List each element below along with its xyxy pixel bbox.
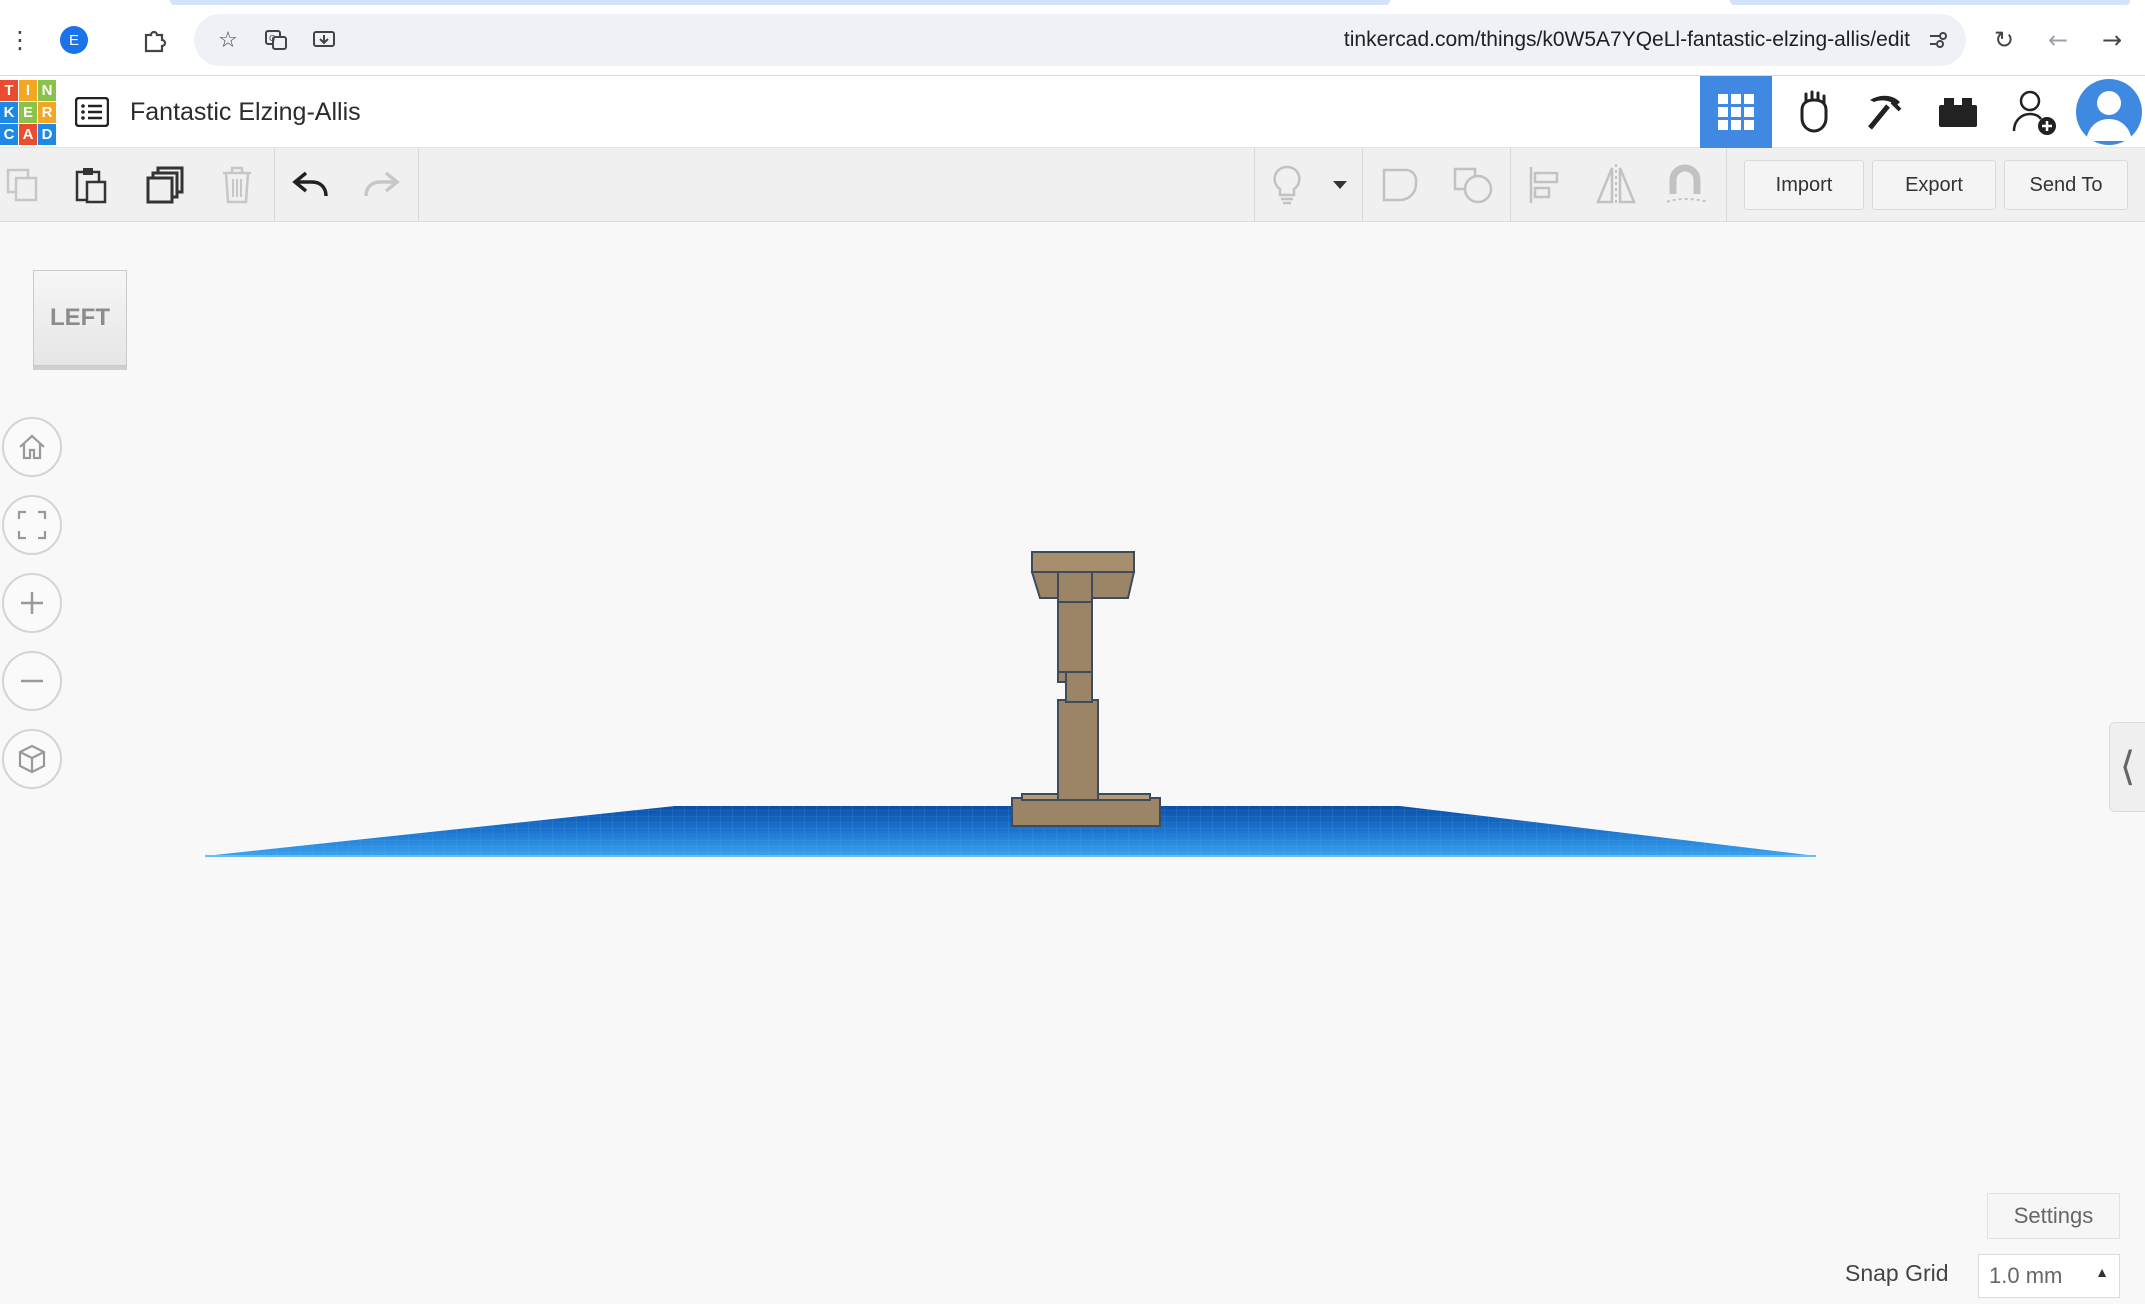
import-button[interactable]: Import: [1744, 160, 1864, 210]
reload-icon[interactable]: ↻: [1986, 22, 2022, 58]
zoom-out-icon[interactable]: [2, 651, 62, 711]
toolbar-divider: [1362, 148, 1363, 222]
group-icon[interactable]: [1378, 162, 1424, 208]
browser-menu-icon[interactable]: ⋮: [2, 22, 38, 58]
browser-profile-icon[interactable]: E: [60, 26, 88, 54]
svg-text:G: G: [269, 34, 275, 43]
settings-button[interactable]: Settings: [1987, 1193, 2120, 1239]
3d-workplane-viewport[interactable]: LEFT ⟨ Settings Snap Grid 1.0 mm ▲: [0, 222, 2145, 1304]
browser-toolbar: ⋮ E ☆ G tinkercad.com/things/k0W5A7YQeLl…: [0, 0, 2145, 76]
logo-letter: K: [0, 102, 18, 123]
translate-icon[interactable]: G: [258, 22, 294, 58]
cruise-magnet-icon[interactable]: [1664, 162, 1710, 208]
logo-letter: T: [0, 80, 18, 101]
logo-letter: N: [38, 80, 56, 101]
logo-letter: A: [19, 124, 37, 145]
view-cube-left-face[interactable]: LEFT: [33, 270, 127, 366]
edit-toolbar: Import Export Send To: [0, 148, 2145, 222]
home-view-icon[interactable]: [2, 417, 62, 477]
undo-icon[interactable]: [288, 162, 334, 208]
address-bar[interactable]: ☆ G tinkercad.com/things/k0W5A7YQeLl-fan…: [194, 14, 1966, 66]
toolbar-divider: [274, 148, 275, 222]
delete-trash-icon[interactable]: [214, 162, 260, 208]
url-text: tinkercad.com/things/k0W5A7YQeLl-fantast…: [1343, 28, 1910, 51]
tab-indicator: [1730, 0, 2130, 5]
view-cube[interactable]: LEFT: [33, 270, 127, 368]
project-title[interactable]: Fantastic Elzing-Allis: [130, 98, 361, 127]
app-header: T I N K E R C A D Fantastic Elzing-Allis: [0, 76, 2145, 148]
notes-dropdown-chevron-icon[interactable]: [1318, 162, 1362, 208]
shapes-panel-toggle-chevron-icon[interactable]: ⟨: [2109, 722, 2145, 812]
logo-letter: R: [38, 102, 56, 123]
active-tab-indicator: [170, 0, 1390, 5]
install-app-icon[interactable]: [306, 22, 342, 58]
perspective-toggle-icon[interactable]: [2, 729, 62, 789]
snap-grid-select[interactable]: 1.0 mm ▲: [1978, 1254, 2120, 1298]
lego-brick-icon[interactable]: [1922, 76, 1994, 148]
forward-arrow-icon[interactable]: →: [2094, 22, 2130, 58]
ungroup-icon[interactable]: [1450, 162, 1496, 208]
workplane-grid: [205, 806, 1816, 857]
snap-grid-value: 1.0 mm: [1989, 1263, 2063, 1288]
extensions-icon[interactable]: [136, 22, 172, 58]
fit-view-icon[interactable]: [2, 495, 62, 555]
invite-user-icon[interactable]: [1998, 76, 2070, 148]
logo-letter: I: [19, 80, 37, 101]
redo-icon[interactable]: [358, 162, 404, 208]
site-settings-icon[interactable]: [1920, 22, 1956, 58]
snap-grid-label: Snap Grid: [1845, 1260, 1949, 1286]
tinkercad-logo[interactable]: T I N K E R C A D: [0, 80, 56, 145]
logo-letter: E: [19, 102, 37, 123]
mirror-icon[interactable]: [1593, 162, 1639, 208]
zoom-in-icon[interactable]: [2, 573, 62, 633]
toolbar-divider: [1726, 148, 1727, 222]
notes-lightbulb-icon[interactable]: [1264, 162, 1310, 208]
logo-letter: D: [38, 124, 56, 145]
copy-icon[interactable]: [0, 162, 46, 208]
back-arrow-icon[interactable]: ←: [2040, 22, 2076, 58]
design-list-menu-icon[interactable]: [72, 92, 112, 132]
align-icon[interactable]: [1522, 162, 1568, 208]
bookmark-star-icon[interactable]: ☆: [210, 22, 246, 58]
circuits-hand-icon[interactable]: [1778, 76, 1850, 148]
profile-avatar-icon[interactable]: [2076, 79, 2142, 145]
toolbar-divider: [1510, 148, 1511, 222]
duplicate-icon[interactable]: [143, 162, 189, 208]
toolbar-divider: [418, 148, 419, 222]
minecraft-pickaxe-icon[interactable]: [1850, 76, 1922, 148]
workplane-scene[interactable]: [0, 222, 2145, 1304]
caret-up-icon: ▲: [2095, 1264, 2109, 1280]
toolbar-divider: [1254, 148, 1255, 222]
paste-icon[interactable]: [68, 162, 114, 208]
logo-letter: C: [0, 124, 18, 145]
3d-design-grid-icon[interactable]: [1700, 76, 1772, 148]
3d-model-stand[interactable]: [1011, 551, 1161, 827]
export-button[interactable]: Export: [1872, 160, 1996, 210]
send-to-button[interactable]: Send To: [2004, 160, 2128, 210]
